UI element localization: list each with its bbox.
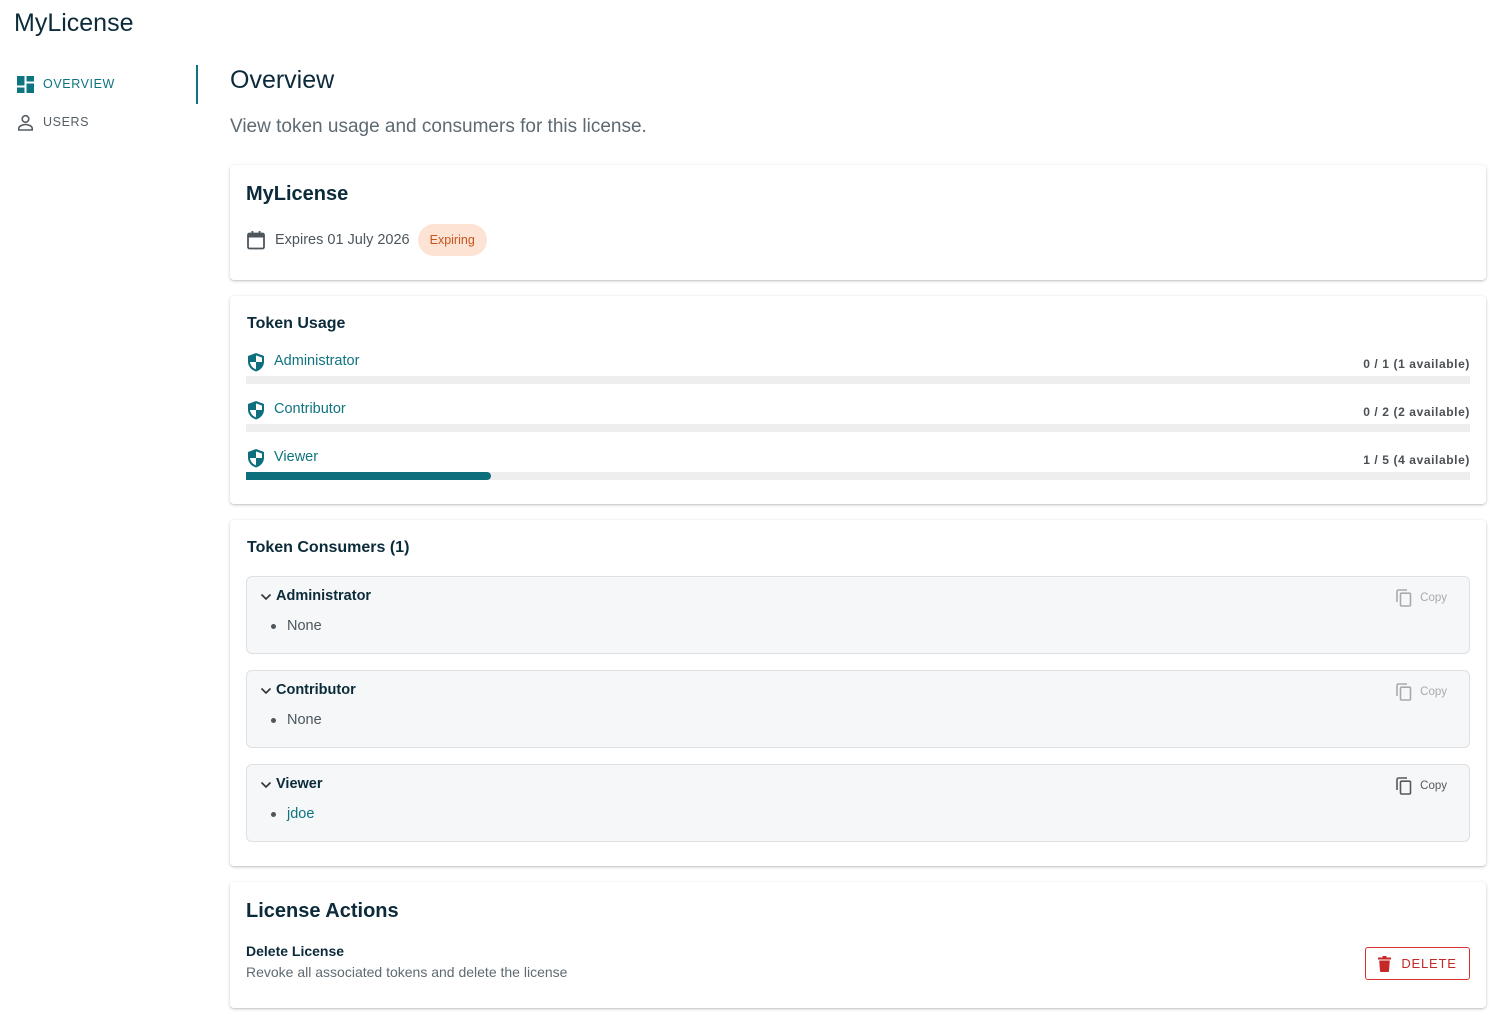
copy-button[interactable]: Copy <box>1396 683 1447 701</box>
consumer-group-title[interactable]: Contributor <box>276 682 356 698</box>
person-icon <box>16 113 34 131</box>
consumer-group-viewer: Viewer Copy jdoe <box>246 764 1470 842</box>
list-item: None <box>271 618 322 634</box>
consumer-name: None <box>287 618 322 634</box>
sidebar-item-overview[interactable]: OVERVIEW <box>16 74 115 94</box>
usage-progress-bar <box>246 376 1470 384</box>
usage-progress-bar <box>246 472 1470 480</box>
sidebar-item-label: USERS <box>43 115 90 129</box>
usage-row-viewer: Viewer 1 / 5 (4 available) <box>246 448 1470 488</box>
usage-role-label[interactable]: Viewer <box>274 449 318 465</box>
bullet <box>271 623 276 629</box>
token-consumers-card: Token Consumers (1) Administrator Copy N… <box>230 520 1486 866</box>
bullet <box>271 717 276 723</box>
usage-count: 0 / 1 (1 available) <box>1363 357 1470 371</box>
consumer-name: None <box>287 712 322 728</box>
consumer-link[interactable]: jdoe <box>287 806 314 822</box>
chevron-down-icon[interactable] <box>259 590 273 604</box>
usage-count: 1 / 5 (4 available) <box>1363 453 1470 467</box>
app-title: MyLicense <box>14 9 134 37</box>
token-usage-card: Token Usage Administrator 0 / 1 (1 avail… <box>230 296 1486 504</box>
copy-icon <box>1396 589 1412 607</box>
shield-icon <box>248 353 264 372</box>
consumer-group-title[interactable]: Administrator <box>276 588 371 604</box>
consumer-group-contributor: Contributor Copy None <box>246 670 1470 748</box>
trash-icon <box>1378 955 1392 972</box>
usage-row-contributor: Contributor 0 / 2 (2 available) <box>246 400 1470 440</box>
list-item: None <box>271 712 322 728</box>
license-actions-title: License Actions <box>246 900 399 922</box>
usage-progress-fill <box>246 472 491 480</box>
usage-role-label[interactable]: Administrator <box>274 353 359 369</box>
consumer-group-administrator: Administrator Copy None <box>246 576 1470 654</box>
expiry-date: Expires 01 July 2026 <box>275 232 410 248</box>
token-consumers-title: Token Consumers (1) <box>247 539 410 556</box>
copy-label: Copy <box>1420 686 1447 698</box>
list-item: jdoe <box>271 806 314 822</box>
token-usage-title: Token Usage <box>247 315 346 332</box>
page-subtitle: View token usage and consumers for this … <box>230 116 647 137</box>
expiry-row: Expires 01 July 2026 Expiring <box>246 224 487 256</box>
delete-button-label: DELETE <box>1401 956 1457 971</box>
sidebar-item-label: OVERVIEW <box>43 77 115 91</box>
copy-button[interactable]: Copy <box>1396 777 1447 795</box>
sidebar-item-users[interactable]: USERS <box>16 112 89 132</box>
chevron-down-icon[interactable] <box>259 684 273 698</box>
usage-count: 0 / 2 (2 available) <box>1363 405 1470 419</box>
chevron-down-icon[interactable] <box>259 778 273 792</box>
usage-progress-bar <box>246 424 1470 432</box>
license-actions-card: License Actions Delete License Revoke al… <box>230 882 1486 1008</box>
license-name: MyLicense <box>246 183 349 205</box>
delete-license-description: Revoke all associated tokens and delete … <box>246 964 568 980</box>
consumer-group-title[interactable]: Viewer <box>276 776 323 792</box>
copy-button[interactable]: Copy <box>1396 589 1447 607</box>
copy-icon <box>1396 683 1412 701</box>
page-title: Overview <box>230 66 335 94</box>
calendar-icon <box>247 231 265 250</box>
bullet <box>271 811 276 817</box>
delete-button[interactable]: DELETE <box>1365 947 1470 980</box>
license-summary-card: MyLicense Expires 01 July 2026 Expiring <box>230 165 1486 280</box>
usage-role-label[interactable]: Contributor <box>274 401 346 417</box>
active-nav-indicator <box>196 65 198 104</box>
copy-label: Copy <box>1420 592 1447 604</box>
shield-icon <box>248 401 264 420</box>
shield-icon <box>248 449 264 468</box>
copy-label: Copy <box>1420 780 1447 792</box>
dashboard-icon <box>16 75 34 93</box>
usage-row-administrator: Administrator 0 / 1 (1 available) <box>246 352 1470 392</box>
copy-icon <box>1396 777 1412 795</box>
delete-license-label: Delete License <box>246 943 345 959</box>
status-badge: Expiring <box>417 224 487 256</box>
